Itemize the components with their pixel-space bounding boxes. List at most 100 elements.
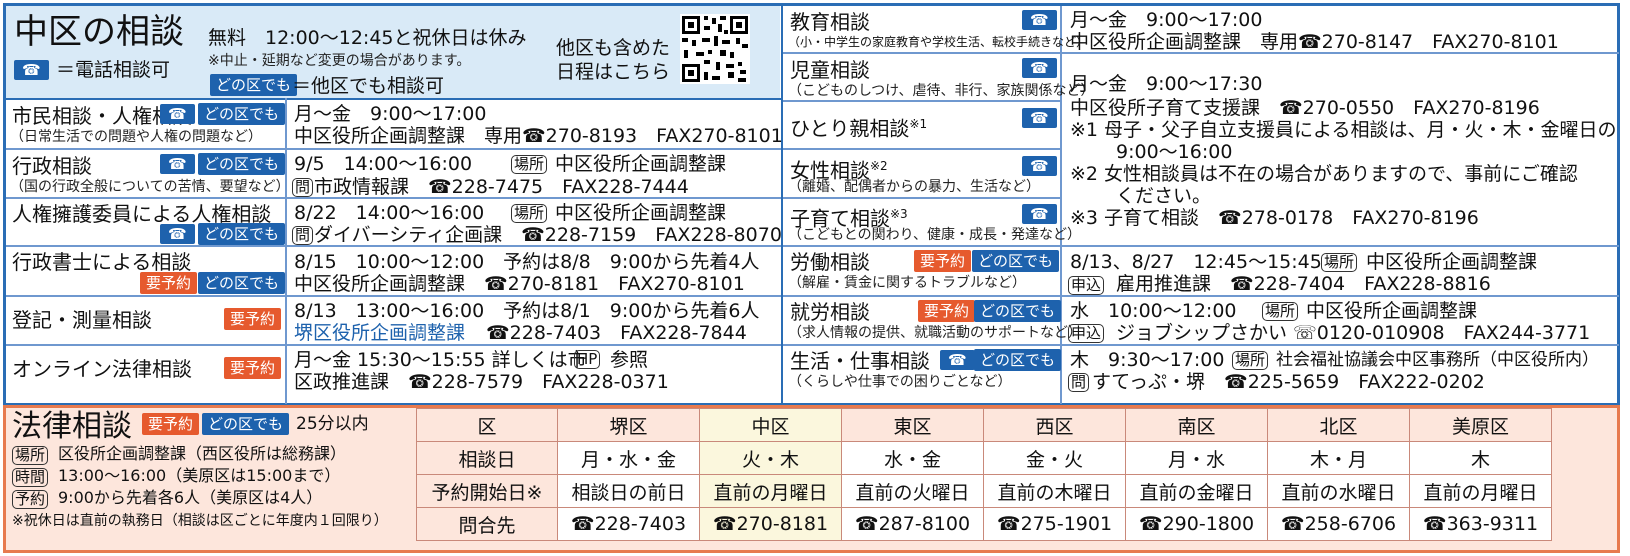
table-row-label: 問合先 <box>416 507 558 541</box>
life-work-place: 社会福祉協議会中区事務所（中区役所内） <box>1276 350 1599 370</box>
qr-code-icon[interactable] <box>680 14 750 84</box>
anywhere-badge: どの区でも <box>974 300 1062 322</box>
tel-legend-icon: ☎ <box>14 60 49 80</box>
table-header-cell: 中区 <box>699 408 842 442</box>
inquiry-tag: 問 <box>292 226 314 245</box>
table-cell: 水・金 <box>841 441 984 475</box>
labor-consult-place: 中区役所企画調整課 <box>1366 251 1538 273</box>
tel-badge: ☎ <box>1022 108 1057 128</box>
anywhere-legend-badge: どの区でも <box>210 74 298 96</box>
table-cell: 木・月 <box>1267 441 1410 475</box>
page-title: 中区の相談 <box>14 12 184 52</box>
life-work-contact: すてっぷ・堺 ☎225-5659 FAX222-0202 <box>1092 371 1485 393</box>
online-law-ref: 参照 <box>610 349 649 371</box>
table-row: 予約開始日※ 相談日の前日 直前の月曜日 直前の火曜日 直前の木曜日 直前の金曜… <box>416 474 1552 508</box>
education-consult-title: 教育相談 <box>790 10 870 34</box>
note-2-cont: ください。 <box>1116 185 1212 207</box>
reservation-badge: 要予約 <box>914 250 972 272</box>
women-consult-sub: （離婚、配偶者からの暴力、生活など） <box>788 179 1040 195</box>
law-note: ※祝休日は直前の執務日（相談は区ごとに年度内１回限り） <box>12 513 388 529</box>
table-cell: 木 <box>1409 441 1552 475</box>
place-tag: 場所 <box>12 446 49 465</box>
inquiry-tag: 問 <box>292 178 314 197</box>
admin-consult-date: 9/5 14:00〜16:00 <box>294 153 473 175</box>
table-cell: ☎363-9311 <box>1409 507 1552 541</box>
table-row: 相談日 月・水・金 火・木 水・金 金・火 月・水 木・月 木 <box>416 441 1552 475</box>
table-header-cell: 区 <box>416 408 558 442</box>
employment-consult-date: 水 10:00〜12:00 <box>1070 300 1237 322</box>
hp-tag[interactable]: HP <box>574 350 601 369</box>
online-law-hours: 月〜金 15:30〜15:55 詳しくは市 <box>294 349 587 371</box>
table-cell: 金・火 <box>983 441 1126 475</box>
child-hours: 月〜金 9:00〜17:30 <box>1070 73 1263 95</box>
citizen-consult-contact: 中区役所企画調整課 専用☎270-8193 FAX270-8101 <box>294 125 783 147</box>
reserve-tag: 予約 <box>12 490 49 509</box>
law-schedule-table: 区 堺区 中区 東区 西区 南区 北区 美原区 相談日 月・水・金 火・木 水・… <box>416 408 1552 541</box>
place-tag: 場所 <box>511 204 548 223</box>
schedule-link-line1: 他区も含めた <box>556 37 671 59</box>
anywhere-badge: どの区でも <box>202 413 290 435</box>
table-row: 問合先 ☎228-7403 ☎270-8181 ☎287-8100 ☎275-1… <box>416 507 1552 541</box>
employment-consult-place: 中区役所企画調整課 <box>1306 300 1478 322</box>
admin-consult-title: 行政相談 <box>12 154 92 178</box>
reservation-badge: 要予約 <box>142 413 200 435</box>
single-parent-title: ひとり親相談※1 <box>790 116 928 141</box>
table-cell: 直前の水曜日 <box>1267 474 1410 508</box>
tel-badge: ☎ <box>160 104 195 124</box>
place-tag: 場所 <box>1262 302 1299 321</box>
note-mark: ※1 <box>909 117 928 131</box>
apply-tag: 申込 <box>1068 324 1105 343</box>
tel-badge: ☎ <box>160 154 195 174</box>
online-law-title: オンライン法律相談 <box>12 357 192 381</box>
registry-consult-title: 登記・測量相談 <box>12 308 152 332</box>
time-tag: 時間 <box>12 468 49 487</box>
note-1: ※1 母子・父子自立支援員による相談は、月・火・木・金曜日の <box>1070 119 1617 141</box>
table-cell: ☎287-8100 <box>841 507 984 541</box>
tel-badge: ☎ <box>940 350 975 370</box>
anywhere-badge: どの区でも <box>974 349 1062 371</box>
registry-consult-date: 8/13 13:00〜16:00 予約は8/1 9:00から先着6人 <box>294 300 760 322</box>
registry-consult-office: 堺区役所企画調整課 <box>294 322 466 344</box>
online-law-contact: 区政推進課 ☎228-7579 FAX228-0371 <box>294 371 669 393</box>
admin-consult-place: 中区役所企画調整課 <box>555 153 727 175</box>
admin-consult-contact: 市政情報課 ☎228-7475 FAX228-7444 <box>314 176 689 198</box>
employment-consult-sub: （求人情報の提供、就職活動のサポートなど） <box>788 325 1082 341</box>
free-hours-text: 無料 12:00〜12:45と祝休日は休み <box>208 27 527 49</box>
table-cell: 直前の月曜日 <box>1409 474 1552 508</box>
table-cell: ☎258-6706 <box>1267 507 1410 541</box>
table-row: 区 堺区 中区 東区 西区 南区 北区 美原区 <box>416 408 1552 442</box>
life-work-sub: （くらしや仕事での困りごとなど） <box>788 374 1012 390</box>
table-cell: 直前の火曜日 <box>841 474 984 508</box>
human-rights-date: 8/22 14:00〜16:00 <box>294 202 485 224</box>
law-place: 区役所企画調整課（西区役所は総務課） <box>58 444 347 463</box>
life-work-title: 生活・仕事相談 <box>790 349 930 373</box>
parenting-consult-sub: （こどもとの関わり、健康・成長・発達など） <box>788 227 1082 243</box>
child-consult-sub: （こどものしつけ、虐待、非行、家族関係など） <box>788 83 1095 99</box>
note-mark: ※2 <box>870 159 888 173</box>
change-note: ※中止・延期など変更の場合があります。 <box>208 53 471 69</box>
table-header-cell: 南区 <box>1125 408 1268 442</box>
law-time: 13:00〜16:00（美原区は15:00まで） <box>58 466 341 485</box>
table-cell: 直前の金曜日 <box>1125 474 1268 508</box>
table-header-cell: 堺区 <box>557 408 700 442</box>
registry-consult-contact: ☎228-7403 FAX228-7844 <box>486 322 747 344</box>
table-header-cell: 美原区 <box>1409 408 1552 442</box>
table-header-cell: 東区 <box>841 408 984 442</box>
table-header-cell: 北区 <box>1267 408 1410 442</box>
inquiry-tag: 問 <box>1068 373 1090 392</box>
admin-consult-sub: （国の行政全般についての苦情、要望など） <box>10 179 290 195</box>
child-contact: 中区役所子育て支援課 ☎270-0550 FAX270-8196 <box>1070 97 1540 119</box>
human-rights-contact: ダイバーシティ企画課 ☎228-7159 FAX228-8070 <box>314 224 782 246</box>
citizen-consult-sub: （日常生活での問題や人権の問題など） <box>10 129 262 145</box>
scrivener-consult-title: 行政書士による相談 <box>12 250 192 274</box>
table-cell: 直前の木曜日 <box>983 474 1126 508</box>
table-cell: 月・水 <box>1125 441 1268 475</box>
labor-consult-date: 8/13、8/27 12:45〜15:45 <box>1070 251 1322 273</box>
note-mark: ※3 <box>890 207 908 221</box>
table-cell: 火・木 <box>699 441 842 475</box>
scrivener-consult-date: 8/15 10:00〜12:00 予約は8/8 9:00から先着4人 <box>294 251 760 273</box>
law-duration: 25分以内 <box>296 414 369 434</box>
table-row-label: 相談日 <box>416 441 558 475</box>
anywhere-legend-text: ＝他区でも相談可 <box>292 75 445 97</box>
tel-legend-text: ＝電話相談可 <box>56 59 171 81</box>
